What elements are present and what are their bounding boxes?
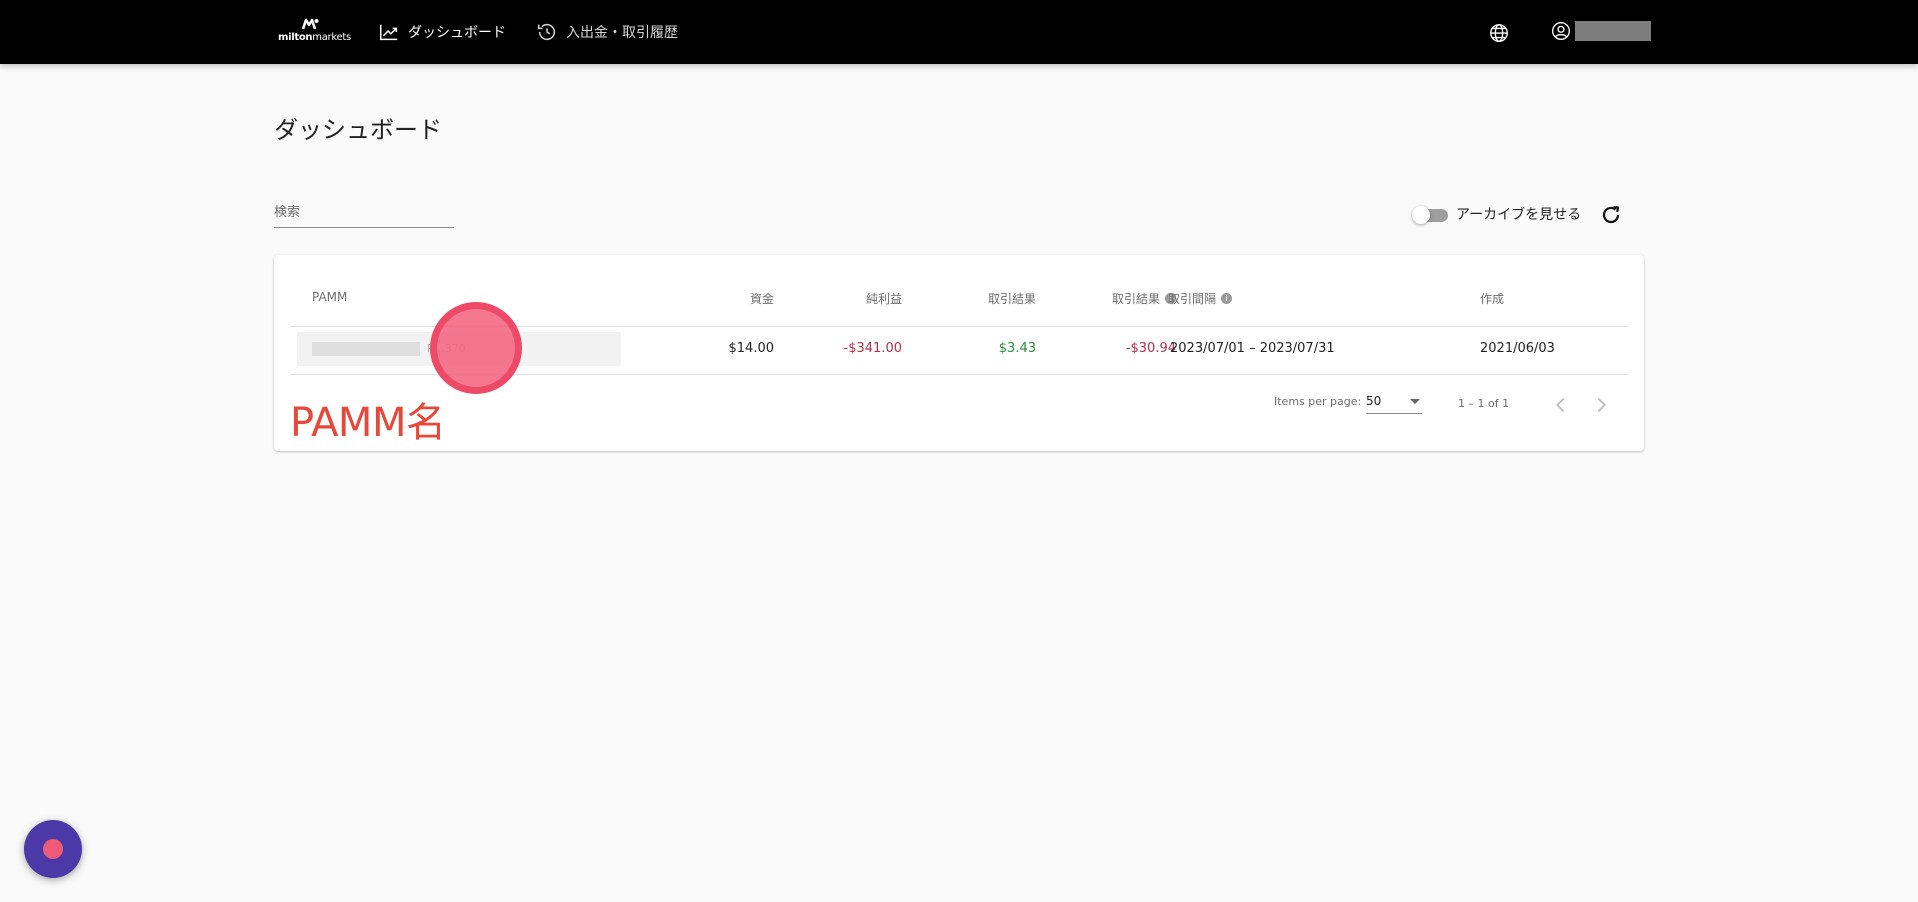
funds-cell: $14.00 (728, 341, 775, 356)
search-input[interactable] (274, 200, 454, 224)
items-per-page-label: Items per page: (1274, 395, 1362, 408)
interval-cell: 2023/07/01 – 2023/07/31 (1170, 341, 1335, 356)
column-header-result-2[interactable]: 取引結果 i (1082, 290, 1176, 307)
pamm-name-redacted (312, 342, 420, 356)
brand-mark-icon (302, 18, 319, 30)
created-cell: 2021/06/03 (1480, 341, 1555, 356)
page-range-label: 1 – 1 of 1 (1458, 397, 1510, 410)
brand-logo[interactable]: miltonmarkets (278, 18, 351, 46)
click-highlight (430, 302, 522, 394)
info-icon[interactable]: i (1221, 293, 1233, 304)
column-header-created[interactable]: 作成 (1480, 290, 1504, 307)
chat-launcher-icon (43, 839, 63, 859)
chevron-right-icon[interactable] (1590, 394, 1612, 416)
globe-icon[interactable] (1488, 22, 1510, 44)
refresh-icon[interactable] (1599, 203, 1623, 227)
dropdown-caret-icon (1410, 399, 1420, 404)
column-header-result[interactable]: 取引結果 (942, 290, 1036, 307)
user-circle-icon[interactable] (1551, 21, 1571, 41)
brand-wordmark: miltonmarkets (278, 32, 351, 43)
history-icon (538, 24, 556, 41)
account-name-redacted[interactable] (1575, 21, 1651, 41)
nav-dashboard[interactable]: ダッシュボード (378, 20, 506, 44)
nav-history-label: 入出金・取引履歴 (566, 25, 678, 41)
annotation-label: PAMM名 (290, 400, 446, 446)
column-header-funds[interactable]: 資金 (700, 290, 774, 307)
column-header-net-profit[interactable]: 純利益 (814, 290, 902, 307)
net-profit-cell: -$341.00 (843, 341, 902, 356)
archive-toggle-label: アーカイブを見せる (1456, 207, 1582, 223)
nav-history[interactable]: 入出金・取引履歴 (536, 20, 678, 44)
trending-up-icon (380, 24, 398, 41)
page-title: ダッシュボード (274, 116, 442, 144)
page-size-select[interactable]: 50 (1366, 392, 1422, 414)
column-header-interval[interactable]: 取引間隔 i (1168, 290, 1233, 307)
chevron-left-icon[interactable] (1550, 394, 1572, 416)
search-field-wrapper (274, 200, 454, 228)
column-header-pamm[interactable]: PAMM (312, 290, 347, 304)
archive-toggle[interactable] (1412, 206, 1450, 224)
chat-launcher-button[interactable] (24, 820, 82, 878)
top-nav-bar: miltonmarkets ダッシュボード 入出金・取引履歴 (0, 0, 1918, 64)
result-cell: $3.43 (998, 341, 1036, 356)
archive-toggle-knob (1412, 206, 1430, 224)
page-size-value: 50 (1366, 394, 1382, 408)
result-2-cell: -$30.94 (1125, 341, 1176, 356)
nav-dashboard-label: ダッシュボード (408, 25, 506, 41)
